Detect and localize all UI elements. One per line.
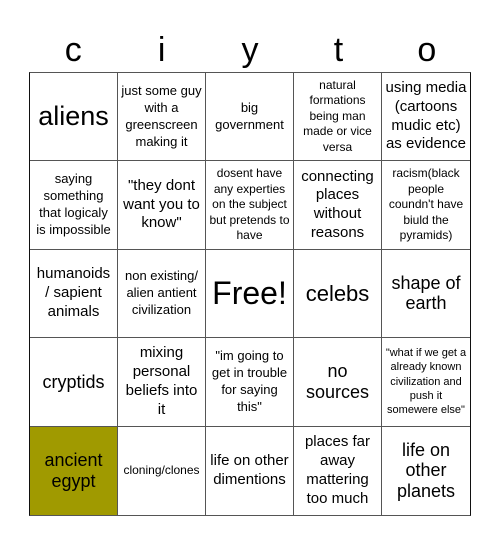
bingo-cell[interactable]: "what if we get a already known civiliza… bbox=[382, 338, 470, 427]
bingo-grid: aliens just some guy with a greenscreen … bbox=[29, 72, 471, 516]
bingo-cell[interactable]: places far away mattering too much bbox=[294, 426, 382, 515]
bingo-cell[interactable]: life on other dimentions bbox=[206, 426, 294, 515]
bingo-cell[interactable]: racism(black people coundn't have biuld … bbox=[382, 161, 470, 250]
bingo-cell[interactable]: humanoids / sapient animals bbox=[30, 249, 118, 339]
bingo-cell[interactable]: mixing personal beliefs into it bbox=[118, 338, 206, 427]
bingo-cell[interactable]: big government bbox=[206, 73, 294, 162]
header-letter: y bbox=[241, 31, 259, 69]
bingo-cell[interactable]: "they dont want you to know" bbox=[118, 161, 206, 250]
bingo-cell[interactable]: using media (cartoons mudic etc) as evid… bbox=[382, 73, 470, 162]
bingo-cell[interactable]: natural formations being man made or vic… bbox=[294, 73, 382, 162]
bingo-cell[interactable]: cloning/clones bbox=[118, 426, 206, 515]
bingo-cell[interactable]: just some guy with a greenscreen making … bbox=[118, 73, 206, 162]
bingo-cell[interactable]: shape of earth bbox=[382, 250, 470, 339]
bingo-cell[interactable]: non existing/ alien antient civilization bbox=[118, 249, 206, 339]
header-letter: c bbox=[64, 31, 82, 69]
bingo-cell[interactable]: saying something that logicaly is imposs… bbox=[30, 161, 118, 250]
bingo-cell[interactable]: aliens bbox=[30, 73, 118, 162]
free-space[interactable]: Free! bbox=[206, 249, 294, 339]
bingo-cell[interactable]: "im going to get in trouble for saying t… bbox=[206, 338, 294, 427]
bingo-header: c i y t o bbox=[29, 28, 471, 72]
bingo-cell[interactable]: celebs bbox=[294, 249, 382, 339]
bingo-cell[interactable]: no sources bbox=[294, 338, 382, 427]
bingo-cell[interactable]: life on other planets bbox=[382, 427, 470, 515]
header-letter: t bbox=[333, 31, 344, 69]
header-letter: o bbox=[417, 31, 437, 69]
bingo-cell[interactable]: dosent have any experties on the subject… bbox=[206, 161, 294, 250]
bingo-cell-marked[interactable]: ancient egypt bbox=[30, 426, 118, 515]
header-letter: i bbox=[157, 31, 166, 69]
bingo-cell[interactable]: cryptids bbox=[30, 338, 118, 427]
bingo-cell[interactable]: connecting places without reasons bbox=[294, 161, 382, 250]
